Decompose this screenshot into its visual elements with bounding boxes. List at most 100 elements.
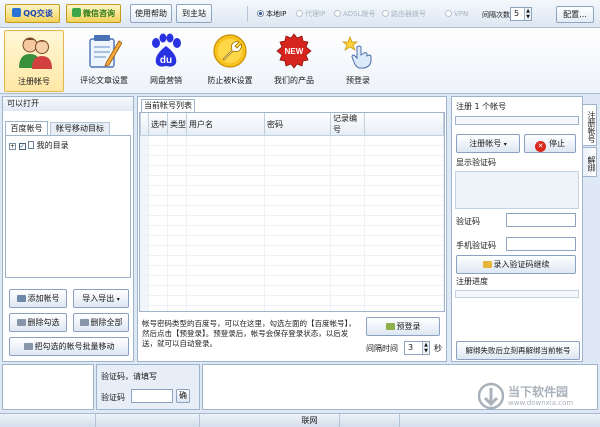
net-option-local[interactable]: 本地IP — [257, 9, 286, 19]
table-cell — [264, 285, 331, 296]
confirm-captcha-button[interactable]: 确 — [176, 389, 190, 403]
radio-icon — [445, 10, 452, 17]
move-icon — [23, 343, 33, 350]
vtab-register[interactable]: 注册帐号 — [583, 104, 597, 146]
table-cell — [186, 275, 265, 286]
table-row[interactable] — [140, 195, 444, 206]
ribbon-label: 注册帐号 — [18, 77, 50, 86]
toolbar-separator — [247, 6, 248, 22]
table-cell — [148, 245, 168, 256]
table-cell — [330, 285, 365, 296]
table-row[interactable] — [140, 205, 444, 216]
col-password[interactable]: 密码 — [264, 113, 331, 136]
checkbox-checked-icon[interactable]: ✓ — [18, 143, 26, 150]
baidu-du-icon: du — [152, 33, 181, 67]
table-cell — [148, 195, 168, 206]
ribbon-netdisk-marketing[interactable]: du 网盘营销 — [136, 30, 196, 92]
account-tree: + ✓ 我的目录 — [5, 135, 131, 278]
table-row[interactable] — [140, 145, 444, 156]
table-cell — [140, 265, 149, 276]
interval-count-input[interactable]: 5 ▲ ▼ — [510, 7, 532, 21]
spinner-arrows-icon[interactable]: ▲ ▼ — [524, 8, 531, 20]
col-type[interactable]: 类型 — [167, 113, 187, 136]
table-cell — [330, 195, 365, 206]
ribbon-anti-ban-settings[interactable]: 防止被K设置 — [200, 30, 260, 92]
table-row[interactable] — [140, 175, 444, 186]
table-cell — [140, 235, 149, 246]
table-header-row: 选中 类型 用户名 密码 记录编号 — [140, 113, 444, 136]
qq-icon — [12, 8, 22, 17]
table-row[interactable] — [140, 265, 444, 276]
captcha-prompt: 验证码，请填写 — [101, 372, 157, 381]
table-row[interactable] — [140, 305, 444, 311]
table-cell — [364, 185, 444, 196]
vtab-unbind[interactable]: 解绑 — [583, 147, 597, 177]
wrench-icon — [213, 34, 247, 68]
table-row[interactable] — [140, 245, 444, 256]
ribbon-comment-settings[interactable]: 评论文章设置 — [72, 30, 136, 92]
tab-baidu-accounts[interactable]: 百度帐号 — [5, 121, 48, 135]
table-cell — [167, 155, 187, 166]
table-row[interactable] — [140, 185, 444, 196]
config-button[interactable]: 配置... — [556, 6, 594, 23]
table-row[interactable] — [140, 295, 444, 306]
col-username[interactable]: 用户名 — [186, 113, 265, 136]
captcha-entry-panel: 验证码，请填写 验证码 确 — [96, 364, 200, 410]
table-row[interactable] — [140, 285, 444, 296]
table-row[interactable] — [140, 215, 444, 226]
phone-code-input[interactable] — [506, 237, 576, 251]
col-select[interactable]: 选中 — [148, 113, 168, 136]
table-row[interactable] — [140, 165, 444, 176]
table-cell — [330, 305, 365, 311]
pre-login-button[interactable]: 预登录 — [366, 317, 440, 336]
table-cell — [148, 225, 168, 236]
stop-button[interactable]: ✕ 停止 — [524, 134, 576, 153]
top-toolbar: QQ交谈 微信咨询 使用帮助 到主站 本地IP 代理IP ADSL拨号 路由器拨… — [0, 0, 600, 28]
col-record-id[interactable]: 记录编号 — [330, 113, 365, 136]
captcha-input[interactable] — [506, 213, 576, 227]
ribbon-pre-login[interactable]: 预登录 — [328, 30, 388, 92]
table-cell — [148, 265, 168, 276]
table-cell — [364, 275, 444, 286]
spinner-arrows-icon[interactable]: ▲ ▼ — [422, 342, 429, 354]
tree-root-item[interactable]: + ✓ 我的目录 — [9, 141, 69, 151]
net-option-router[interactable]: 路由器拨号 — [382, 9, 426, 19]
batch-move-button[interactable]: 把勾选的帐号批量移动 — [9, 337, 129, 356]
table-row[interactable] — [140, 235, 444, 246]
table-cell — [148, 305, 168, 311]
table-row[interactable] — [140, 135, 444, 146]
table-cell — [364, 255, 444, 266]
delete-all-button[interactable]: 删除全部 — [73, 313, 129, 332]
tab-move-target[interactable]: 帐号移动目标 — [50, 122, 110, 135]
table-cell — [186, 245, 265, 256]
table-cell — [148, 295, 168, 306]
add-account-button[interactable]: 添加帐号 — [9, 289, 67, 308]
delete-checked-button[interactable]: 删除勾选 — [9, 313, 67, 332]
register-progress-track — [455, 290, 579, 298]
table-cell — [186, 295, 265, 306]
interval-time-input[interactable]: 3 ▲ ▼ — [404, 341, 430, 355]
net-option-proxy[interactable]: 代理IP — [296, 9, 325, 19]
main-site-button[interactable]: 到主站 — [176, 4, 212, 23]
tab-current-accounts[interactable]: 当前帐号列表 — [141, 99, 195, 112]
unbind-retry-button[interactable]: 解绑失败后立刻再解绑当前帐号 — [456, 341, 580, 360]
tree-expand-icon[interactable]: + — [9, 143, 16, 150]
net-option-adsl[interactable]: ADSL拨号 — [334, 9, 376, 19]
hand-star-icon — [341, 36, 372, 69]
import-export-button[interactable]: 导入导出 ▾ — [73, 289, 129, 308]
qq-chat-button[interactable]: QQ交谈 — [5, 4, 60, 23]
wechat-consult-button[interactable]: 微信咨询 — [66, 4, 121, 23]
submit-captcha-button[interactable]: 录入验证码继续 — [456, 255, 576, 274]
table-row[interactable] — [140, 155, 444, 166]
table-row[interactable] — [140, 225, 444, 236]
table-row[interactable] — [140, 255, 444, 266]
bottom-captcha-input[interactable] — [131, 389, 173, 403]
help-button[interactable]: 使用帮助 — [130, 4, 172, 23]
table-cell — [186, 215, 265, 226]
ribbon-our-products[interactable]: NEW 我们的产品 — [264, 30, 324, 92]
net-option-vpn[interactable]: VPN — [445, 9, 468, 19]
ribbon-register-accounts[interactable]: 注册帐号 — [4, 30, 64, 92]
register-account-button[interactable]: 注册帐号 ▾ — [456, 134, 520, 153]
table-row[interactable] — [140, 275, 444, 286]
table-cell — [140, 215, 149, 226]
